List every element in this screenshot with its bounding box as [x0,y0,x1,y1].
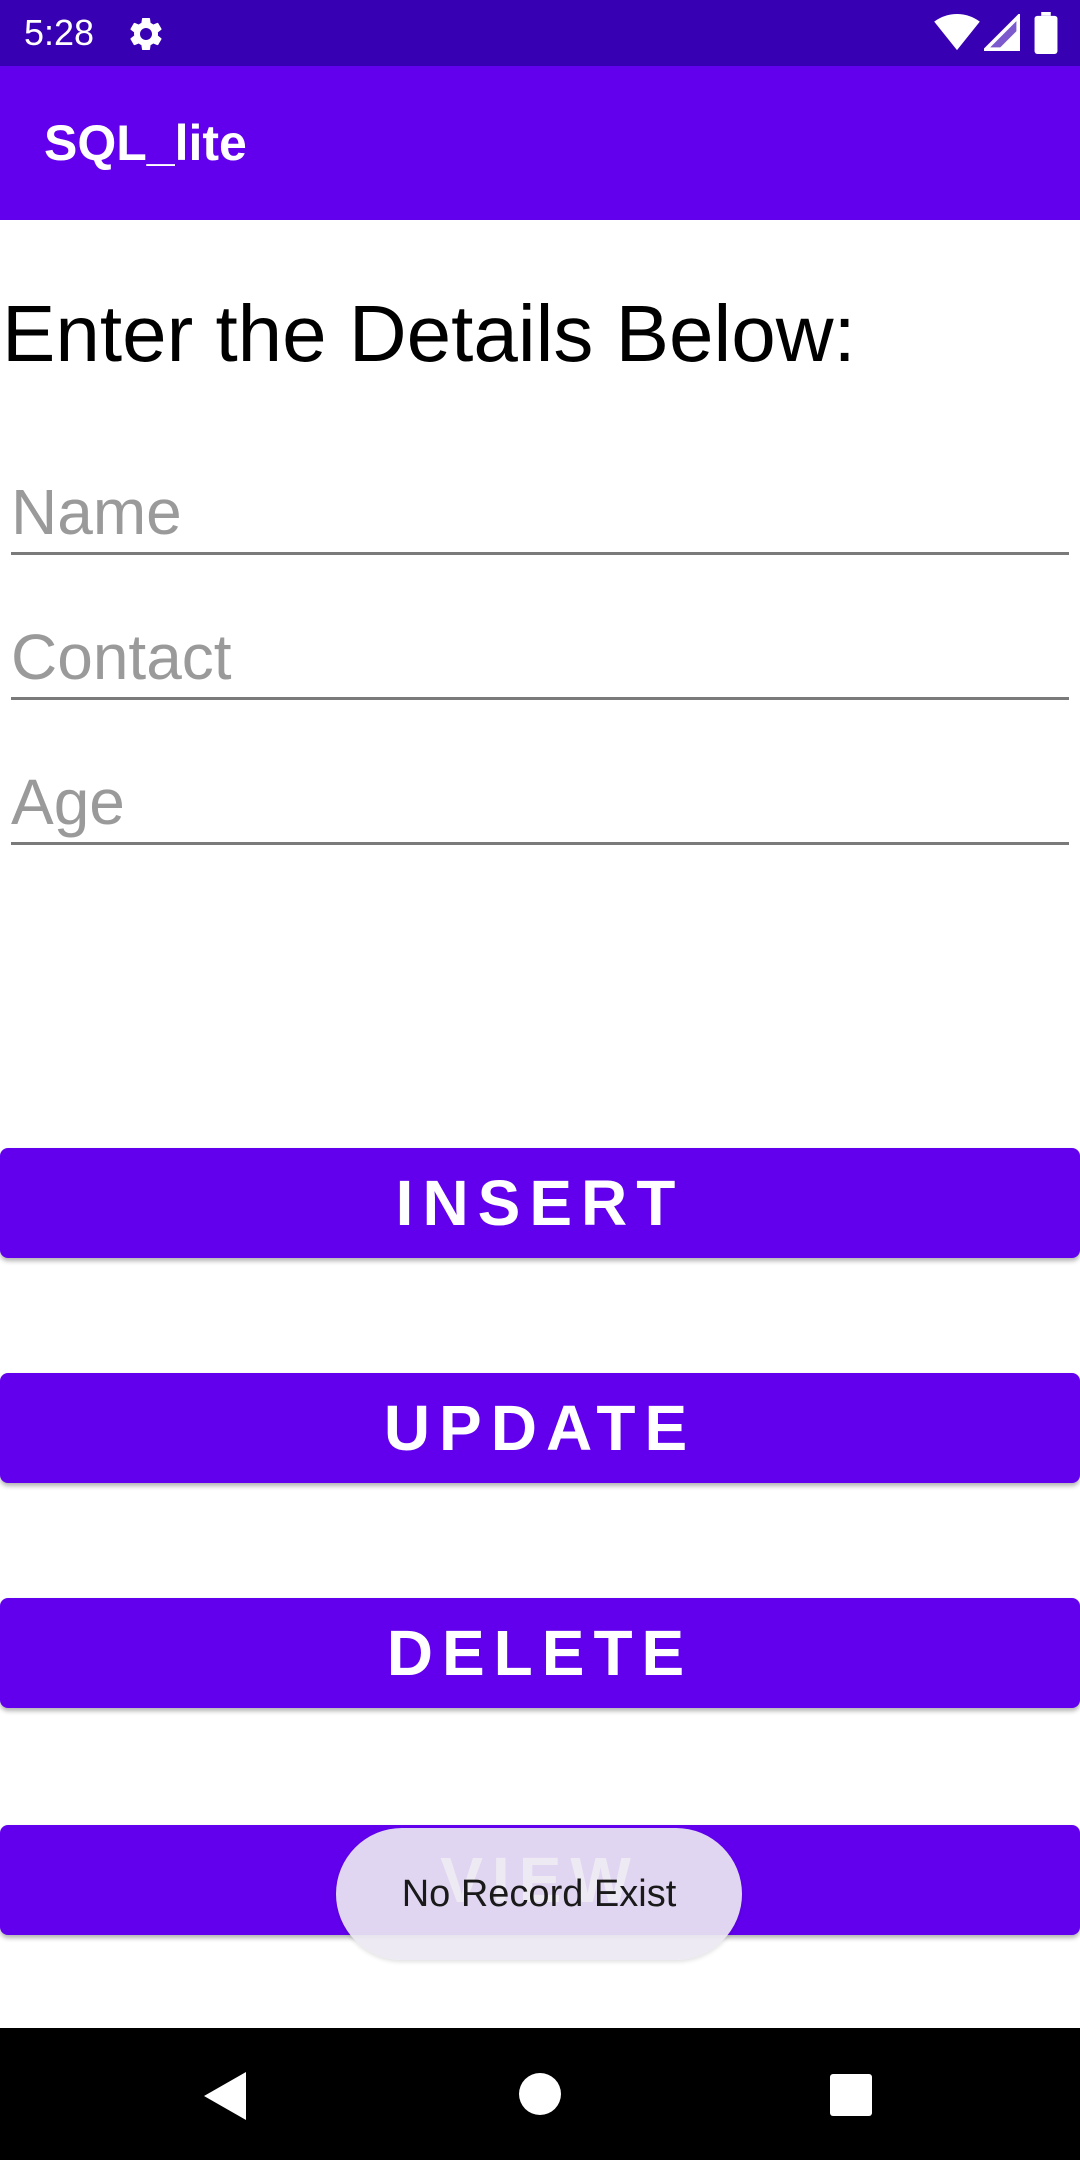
insert-button[interactable]: INSERT [0,1148,1080,1258]
cell-signal-icon [984,14,1020,51]
toast-message: No Record Exist [401,1873,677,1915]
app-bar: SQL_lite [0,66,1080,220]
contact-field[interactable] [11,617,1069,700]
name-field[interactable] [11,472,1069,555]
battery-icon [1034,12,1058,54]
wifi-icon [934,14,980,51]
recents-icon[interactable] [830,2074,872,2116]
app-title: SQL_lite [44,115,247,171]
form-heading: Enter the Details Below: [2,289,856,378]
age-field[interactable] [11,762,1069,845]
toast: No Record Exist [336,1828,742,1960]
navigation-bar [0,2028,1080,2160]
delete-button[interactable]: DELETE [0,1598,1080,1708]
gear-icon [130,17,162,50]
status-bar: 5:28 [0,0,1080,66]
home-icon[interactable] [518,2072,562,2116]
back-icon[interactable] [200,2070,248,2122]
screen: 5:28 SQL_lite Enter the Details Below: I… [0,0,1080,2160]
update-button[interactable]: UPDATE [0,1373,1080,1483]
status-time: 5:28 [24,12,95,53]
